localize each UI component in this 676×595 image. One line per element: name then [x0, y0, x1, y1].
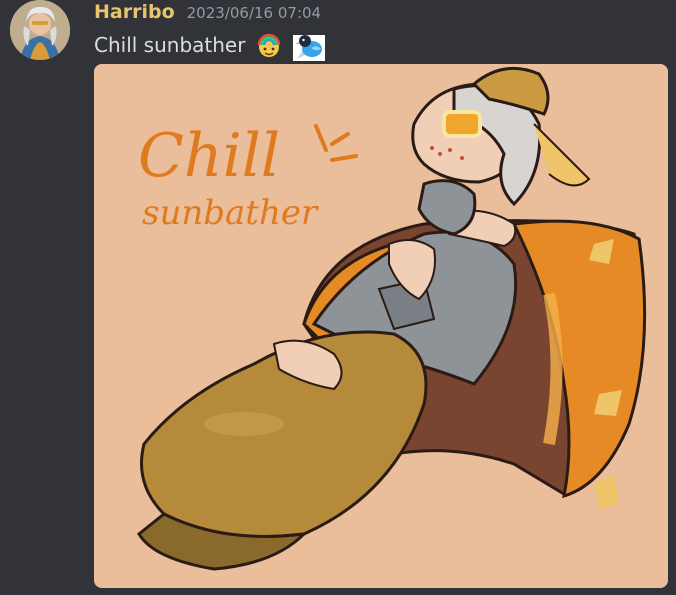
artwork-title-chill: Chill [138, 121, 280, 191]
message-header: Harribo 2023/06/16 07:04 [94, 1, 321, 25]
blue-bird-emoji-icon[interactable] [293, 31, 326, 61]
sunbather-artwork: Chill sunbather [94, 64, 668, 588]
image-attachment[interactable]: Chill sunbather [94, 64, 668, 588]
username[interactable]: Harribo [94, 1, 175, 23]
artwork-title-sunbather: sunbather [142, 193, 319, 233]
timestamp: 2023/06/16 07:04 [186, 4, 322, 22]
user-avatar[interactable] [10, 0, 70, 60]
avatar-image [10, 0, 70, 60]
message-text: Chill sunbather [94, 33, 246, 57]
rainbow-face-emoji-icon[interactable] [255, 31, 283, 59]
message-content: Chill sunbather [94, 30, 326, 61]
chat-message: Harribo 2023/06/16 07:04 Chill sunbather [0, 0, 676, 595]
